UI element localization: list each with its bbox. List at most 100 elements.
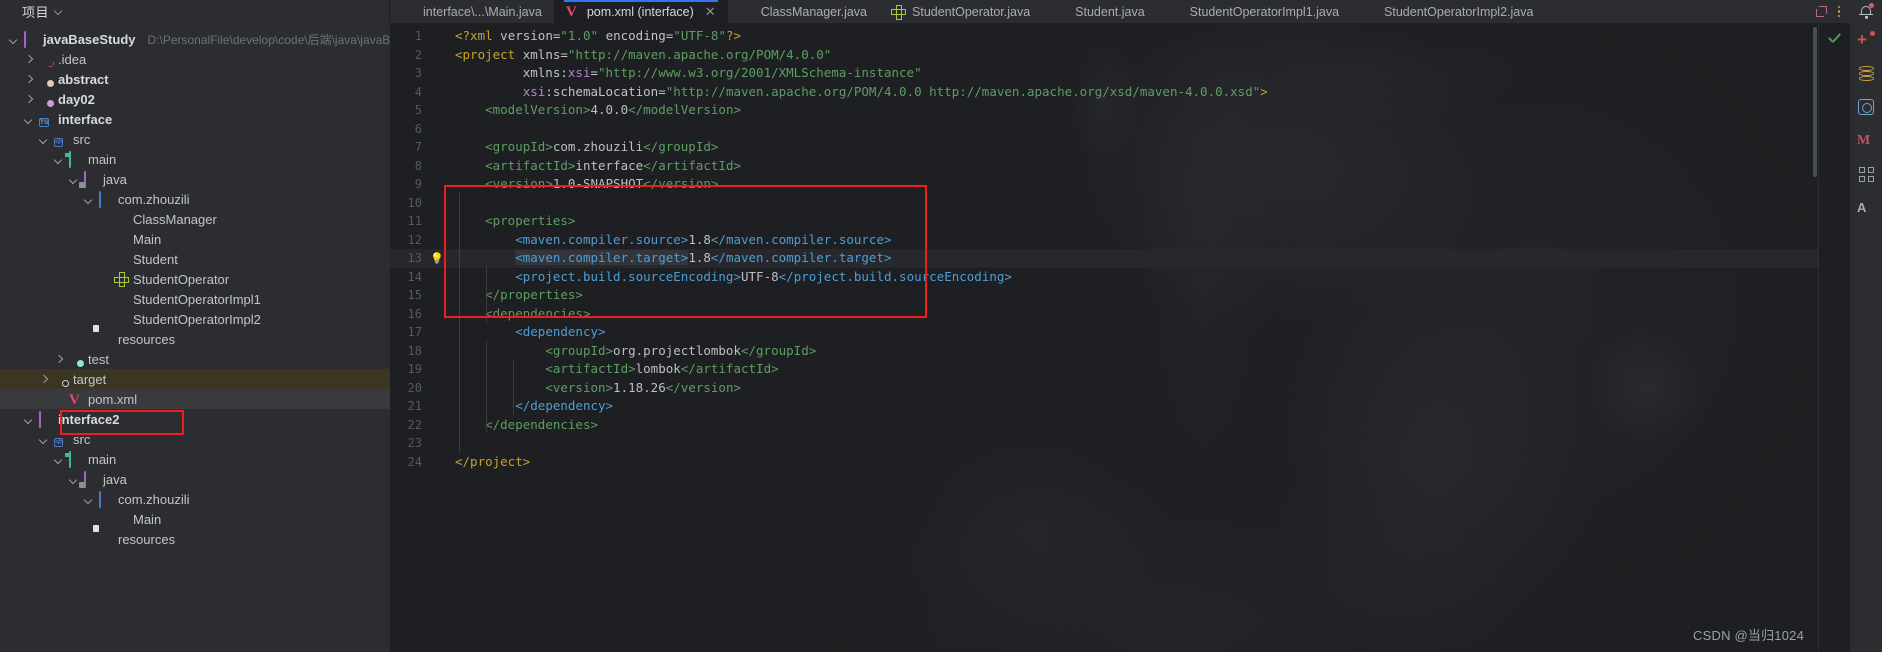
- tree-node-java2[interactable]: java: [0, 469, 390, 489]
- project-tool-window-header[interactable]: 项目: [0, 0, 390, 23]
- editor-tab-1[interactable]: Vpom.xml (interface) ✕: [553, 0, 728, 23]
- tree-node-javaBaseStudy[interactable]: javaBaseStudy D:\PersonalFile\develop\cod…: [0, 29, 390, 49]
- code-line-3[interactable]: 3 xmlns:xsi="http://www.w3.org/2001/XMLS…: [390, 64, 1818, 83]
- tree-node-Main[interactable]: Main: [0, 229, 390, 249]
- code-line-13[interactable]: 13 💡 <maven.compiler.target>1.8</maven.co…: [390, 249, 1818, 268]
- code-line-9[interactable]: 9 <version>1.0-SNAPSHOT</version>: [390, 175, 1818, 194]
- code-line-15[interactable]: 15 </properties>: [390, 286, 1818, 305]
- tree-node-test[interactable]: test: [0, 349, 390, 369]
- database-icon[interactable]: [1858, 66, 1874, 82]
- editor-tab-2[interactable]: ClassManager.java: [728, 0, 879, 23]
- inspection-ok-icon[interactable]: [1826, 31, 1844, 49]
- structure-icon[interactable]: [1858, 167, 1874, 182]
- tree-node-ClassManager[interactable]: ClassManager: [0, 209, 390, 229]
- editor-tab-6[interactable]: StudentOperatorImpl2.java: [1351, 0, 1545, 23]
- code-line-17[interactable]: 17 <dependency>: [390, 323, 1818, 342]
- tree-node-interface2[interactable]: interface2: [0, 409, 390, 429]
- code-line-19[interactable]: 19 <artifactId>lombok</artifactId>: [390, 360, 1818, 379]
- code-line-7[interactable]: 7 <groupId>com.zhouzili</groupId>: [390, 138, 1818, 157]
- intention-bulb-icon[interactable]: 💡: [430, 252, 444, 265]
- chevron-down-icon[interactable]: [8, 34, 19, 45]
- ai-assistant-icon[interactable]: A: [1857, 199, 1875, 217]
- code-editor[interactable]: 1 <?xml version="1.0" encoding="UTF-8"?> 2…: [390, 23, 1818, 652]
- more-options-icon[interactable]: [1837, 5, 1840, 18]
- bell-icon[interactable]: [1859, 3, 1874, 19]
- code-line-23[interactable]: 23: [390, 434, 1818, 453]
- code-line-20[interactable]: 20 <version>1.18.26</version>: [390, 379, 1818, 398]
- tree-node-Main2[interactable]: Main: [0, 509, 390, 529]
- project-tool-window[interactable]: javaBaseStudy D:\PersonalFile\develop\cod…: [0, 23, 390, 652]
- tree-node-idea[interactable]: .idea: [0, 49, 390, 69]
- code-line-8[interactable]: 8 <artifactId>interface</artifactId>: [390, 157, 1818, 176]
- chevron-down-icon[interactable]: [23, 114, 34, 125]
- editor-tab-4[interactable]: Student.java: [1042, 0, 1157, 23]
- tree-node-interface[interactable]: TS interface: [0, 109, 390, 129]
- tree-node-resources[interactable]: resources: [0, 329, 390, 349]
- code-line-5[interactable]: 5 <modelVersion>4.0.0</modelVersion>: [390, 101, 1818, 120]
- code-line-22[interactable]: 22 </dependencies>: [390, 416, 1818, 435]
- bean-validation-icon[interactable]: [1858, 99, 1874, 115]
- chevron-down-icon[interactable]: [23, 414, 34, 425]
- tree-node-StudentOperator[interactable]: StudentOperator: [0, 269, 390, 289]
- chevron-right-icon[interactable]: [53, 354, 64, 365]
- chevron-down-icon[interactable]: [68, 474, 79, 485]
- chevron-right-icon[interactable]: [23, 54, 34, 65]
- tree-node-java[interactable]: java: [0, 169, 390, 189]
- chevron-down-icon[interactable]: [83, 194, 94, 205]
- chevron-down-icon[interactable]: [38, 434, 49, 445]
- tree-node-com.zhouzili2[interactable]: com.zhouzili: [0, 489, 390, 509]
- chevron-right-icon[interactable]: [23, 74, 34, 85]
- tree-node-src2[interactable]: </> src: [0, 429, 390, 449]
- tree-node-label: resources: [118, 331, 176, 347]
- chevron-down-icon[interactable]: [83, 494, 94, 505]
- line-number: 3: [414, 66, 422, 80]
- code-line-4[interactable]: 4 xsi:schemaLocation="http://maven.apach…: [390, 83, 1818, 102]
- add-icon[interactable]: +: [1857, 31, 1875, 49]
- tree-node-main[interactable]: main: [0, 149, 390, 169]
- chevron-right-icon[interactable]: [23, 94, 34, 105]
- tree-node-Student[interactable]: Student: [0, 249, 390, 269]
- tree-node-src[interactable]: </> src: [0, 129, 390, 149]
- code-line-text: <artifactId>interface</artifactId>: [485, 157, 741, 173]
- tree-node-main2[interactable]: main: [0, 449, 390, 469]
- tree-node-com.zhouzili[interactable]: com.zhouzili: [0, 189, 390, 209]
- code-line-6[interactable]: 6: [390, 120, 1818, 139]
- tree-node-StudentOperatorImpl1[interactable]: StudentOperatorImpl1: [0, 289, 390, 309]
- chevron-down-icon[interactable]: [53, 454, 64, 465]
- editor-tab-5[interactable]: StudentOperatorImpl1.java: [1157, 0, 1351, 23]
- editor-tab-3[interactable]: StudentOperator.java: [879, 0, 1042, 23]
- tree-node-target[interactable]: target: [0, 369, 390, 389]
- chevron-down-icon[interactable]: [38, 134, 49, 145]
- code-line-text: <version>1.18.26</version>: [545, 379, 741, 395]
- code-line-16[interactable]: 16 <dependencies>: [390, 305, 1818, 324]
- code-line-24[interactable]: 24 </project>: [390, 453, 1818, 472]
- expand-icon[interactable]: [1815, 5, 1828, 18]
- code-line-2[interactable]: 2 <project xmlns="http://maven.apache.org…: [390, 46, 1818, 65]
- vertical-scrollbar[interactable]: [1813, 27, 1817, 177]
- maven-icon[interactable]: M: [1857, 132, 1875, 150]
- code-line-21[interactable]: 21 </dependency>: [390, 397, 1818, 416]
- code-line-1[interactable]: 1 <?xml version="1.0" encoding="UTF-8"?>: [390, 27, 1818, 46]
- tree-node-StudentOperatorImpl2[interactable]: StudentOperatorImpl2: [0, 309, 390, 329]
- tree-node-resources2[interactable]: resources: [0, 529, 390, 549]
- main-content-row: javaBaseStudy D:\PersonalFile\develop\cod…: [0, 23, 1882, 652]
- code-line-14[interactable]: 14 <project.build.sourceEncoding>UTF-8</…: [390, 268, 1818, 287]
- code-line-text: <version>1.0-SNAPSHOT</version>: [485, 176, 719, 191]
- code-content[interactable]: 1 <?xml version="1.0" encoding="UTF-8"?> 2…: [390, 23, 1818, 471]
- java-class-runnable-icon: [114, 512, 128, 526]
- chevron-down-icon[interactable]: [55, 7, 64, 16]
- chevron-right-icon[interactable]: [38, 374, 49, 385]
- chevron-down-icon[interactable]: [68, 174, 79, 185]
- code-line-11[interactable]: 11 <properties>: [390, 212, 1818, 231]
- code-line-10[interactable]: 10: [390, 194, 1818, 213]
- editor-tab-0[interactable]: interface\...\Main.java: [390, 0, 554, 23]
- code-line-12[interactable]: 12 <maven.compiler.source>1.8</maven.com…: [390, 231, 1818, 250]
- tree-node-abstract[interactable]: abstract: [0, 69, 390, 89]
- chevron-down-icon[interactable]: [53, 154, 64, 165]
- tree-node-pom.xml[interactable]: Vpom.xml: [0, 389, 390, 409]
- tree-node-day02[interactable]: day02: [0, 89, 390, 109]
- gutter-slot[interactable]: 💡: [426, 249, 448, 268]
- code-line-18[interactable]: 18 <groupId>org.projectlombok</groupId>: [390, 342, 1818, 361]
- close-icon[interactable]: ✕: [705, 5, 716, 18]
